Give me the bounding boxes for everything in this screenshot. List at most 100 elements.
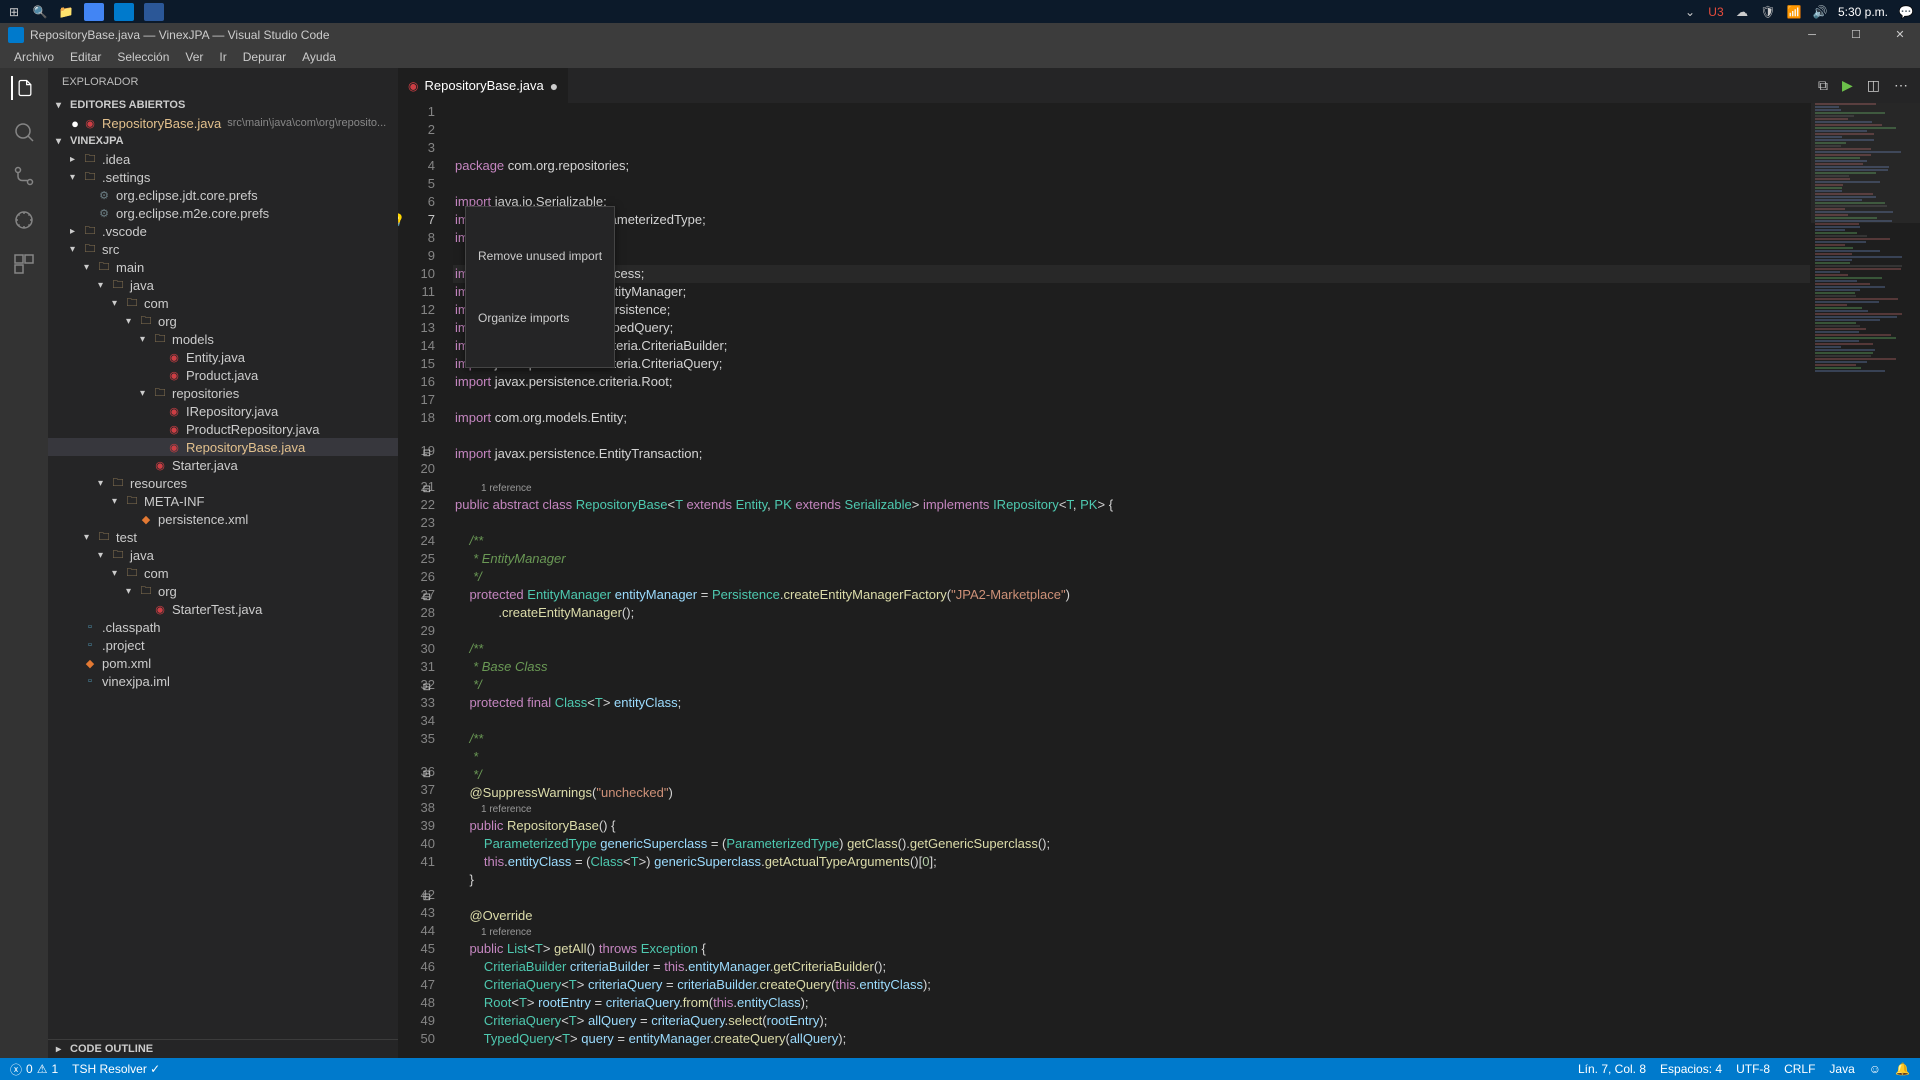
split-editor-icon[interactable]: ◫ <box>1867 77 1880 94</box>
vscode-logo-icon <box>8 27 24 43</box>
maximize-button[interactable]: ☐ <box>1844 25 1868 45</box>
editor-area: ◉ RepositoryBase.java ● ⧉ ▶ ◫ ⋯ 1234567💡… <box>398 68 1920 1058</box>
minimap[interactable] <box>1810 103 1920 1058</box>
tree-folder[interactable]: ▾🗀models <box>48 330 398 348</box>
file-icon: ▫ <box>82 619 98 635</box>
tree-folder[interactable]: ▾🗀main <box>48 258 398 276</box>
lightbulb-icon[interactable]: 💡 <box>398 211 405 229</box>
tree-file[interactable]: ◉Product.java <box>48 366 398 384</box>
open-editor-item[interactable]: ● ◉ RepositoryBase.java src\main\java\co… <box>48 114 398 132</box>
explorer-icon[interactable]: 📁 <box>58 4 74 20</box>
activity-scm-icon[interactable] <box>12 164 36 188</box>
tree-folder[interactable]: ▾🗀src <box>48 240 398 258</box>
tree-folder[interactable]: ▾🗀resources <box>48 474 398 492</box>
tree-file[interactable]: ◉ProductRepository.java <box>48 420 398 438</box>
tree-folder[interactable]: ▾🗀test <box>48 528 398 546</box>
editor-actions: ⧉ ▶ ◫ ⋯ <box>1818 77 1920 94</box>
folder-icon: 🗀 <box>82 169 98 185</box>
tree-file[interactable]: ⚙org.eclipse.m2e.core.prefs <box>48 204 398 222</box>
tree-file[interactable]: ◆persistence.xml <box>48 510 398 528</box>
java-icon: ◉ <box>166 403 182 419</box>
status-encoding[interactable]: UTF-8 <box>1736 1062 1770 1076</box>
tree-folder[interactable]: ▸🗀.vscode <box>48 222 398 240</box>
app-chrome-icon[interactable] <box>84 3 104 21</box>
menu-ayuda[interactable]: Ayuda <box>294 47 344 67</box>
status-line-col[interactable]: Lín. 7, Col. 8 <box>1578 1062 1646 1076</box>
status-problems[interactable]: ⓧ 0 ⚠ 1 <box>10 1061 58 1078</box>
search-icon[interactable]: 🔍 <box>32 4 48 20</box>
status-feedback-icon[interactable]: ☺ <box>1869 1062 1881 1076</box>
menu-archivo[interactable]: Archivo <box>6 47 62 67</box>
open-editors-header[interactable]: ▾EDITORES ABIERTOS <box>48 96 398 114</box>
folder-icon: 🗀 <box>124 565 140 581</box>
tray-network-icon[interactable]: 📶 <box>1786 4 1802 20</box>
status-eol[interactable]: CRLF <box>1784 1062 1815 1076</box>
more-icon[interactable]: ⋯ <box>1894 77 1908 94</box>
code-content[interactable]: Remove unused import Organize imports pa… <box>453 103 1810 1058</box>
java-icon: ◉ <box>152 457 168 473</box>
menu-seleccion[interactable]: Selección <box>109 47 177 67</box>
notification-icon[interactable]: 💬 <box>1898 4 1914 20</box>
tray-cloud-icon[interactable]: ☁ <box>1734 4 1750 20</box>
status-tsh[interactable]: TSH Resolver ✓ <box>72 1062 160 1076</box>
tray-volume-icon[interactable]: 🔊 <box>1812 4 1828 20</box>
tree-folder[interactable]: ▾🗀com <box>48 564 398 582</box>
close-button[interactable]: ✕ <box>1888 25 1912 45</box>
status-bell-icon[interactable]: 🔔 <box>1895 1062 1910 1076</box>
activity-extensions-icon[interactable] <box>12 252 36 276</box>
tree-file[interactable]: ◉IRepository.java <box>48 402 398 420</box>
menu-ver[interactable]: Ver <box>177 47 211 67</box>
tree-folder[interactable]: ▾🗀org <box>48 582 398 600</box>
tree-folder[interactable]: ▾🗀repositories <box>48 384 398 402</box>
activity-debug-icon[interactable] <box>12 208 36 232</box>
titlebar: RepositoryBase.java — VinexJPA — Visual … <box>0 23 1920 46</box>
taskbar-clock[interactable]: 5:30 p.m. <box>1838 5 1888 19</box>
status-spaces[interactable]: Espacios: 4 <box>1660 1062 1722 1076</box>
tray-shield-icon[interactable]: 🛡 <box>1760 4 1776 20</box>
tree-file[interactable]: ◉RepositoryBase.java <box>48 438 398 456</box>
tree-folder[interactable]: ▸🗀.idea <box>48 150 398 168</box>
tree-file[interactable]: ▫.classpath <box>48 618 398 636</box>
tab-repositorybase[interactable]: ◉ RepositoryBase.java ● <box>398 68 569 103</box>
close-icon[interactable]: ● <box>550 78 558 94</box>
tree-folder[interactable]: ▾🗀java <box>48 276 398 294</box>
folder-icon: 🗀 <box>138 583 154 599</box>
status-lang[interactable]: Java <box>1829 1062 1854 1076</box>
tree-file[interactable]: ▫.project <box>48 636 398 654</box>
folder-icon: 🗀 <box>82 241 98 257</box>
tree-folder[interactable]: ▾🗀java <box>48 546 398 564</box>
tree-folder[interactable]: ▾🗀com <box>48 294 398 312</box>
minimize-button[interactable]: ─ <box>1800 25 1824 45</box>
quickfix-remove-import[interactable]: Remove unused import <box>466 243 614 269</box>
minimap-viewport[interactable] <box>1811 103 1920 223</box>
folder-icon: 🗀 <box>82 223 98 239</box>
menu-depurar[interactable]: Depurar <box>235 47 294 67</box>
project-header[interactable]: ▾VINEXJPA <box>48 132 398 150</box>
tree-folder[interactable]: ▾🗀META-INF <box>48 492 398 510</box>
xml-icon: ◆ <box>138 511 154 527</box>
sidebar: EXPLORADOR ▾EDITORES ABIERTOS ● ◉ Reposi… <box>48 68 398 1058</box>
start-icon[interactable]: ⊞ <box>6 4 22 20</box>
tray-status-icon[interactable]: U3 <box>1708 4 1724 20</box>
tree-file[interactable]: ⚙org.eclipse.jdt.core.prefs <box>48 186 398 204</box>
tray-chevron-icon[interactable]: ⌄ <box>1682 4 1698 20</box>
menu-ir[interactable]: Ir <box>211 47 234 67</box>
tree-file[interactable]: ◉Entity.java <box>48 348 398 366</box>
activity-explorer-icon[interactable] <box>11 76 35 100</box>
tree-folder[interactable]: ▾🗀.settings <box>48 168 398 186</box>
quickfix-organize-imports[interactable]: Organize imports <box>466 305 614 331</box>
tree-file[interactable]: ◆pom.xml <box>48 654 398 672</box>
menu-editar[interactable]: Editar <box>62 47 109 67</box>
tree-file[interactable]: ◉StarterTest.java <box>48 600 398 618</box>
run-icon[interactable]: ▶ <box>1842 77 1853 94</box>
editor-body[interactable]: 1234567💡89101112131415161718 19⊟2021⊟222… <box>398 103 1920 1058</box>
tree-folder[interactable]: ▾🗀org <box>48 312 398 330</box>
activity-search-icon[interactable] <box>12 120 36 144</box>
open-changes-icon[interactable]: ⧉ <box>1818 77 1828 94</box>
file-tree: ▸🗀.idea▾🗀.settings⚙org.eclipse.jdt.core.… <box>48 150 398 1039</box>
app-generic-icon[interactable] <box>144 3 164 21</box>
app-vscode-icon[interactable] <box>114 3 134 21</box>
code-outline-header[interactable]: ▸CODE OUTLINE <box>48 1039 398 1058</box>
tree-file[interactable]: ◉Starter.java <box>48 456 398 474</box>
tree-file[interactable]: ▫vinexjpa.iml <box>48 672 398 690</box>
